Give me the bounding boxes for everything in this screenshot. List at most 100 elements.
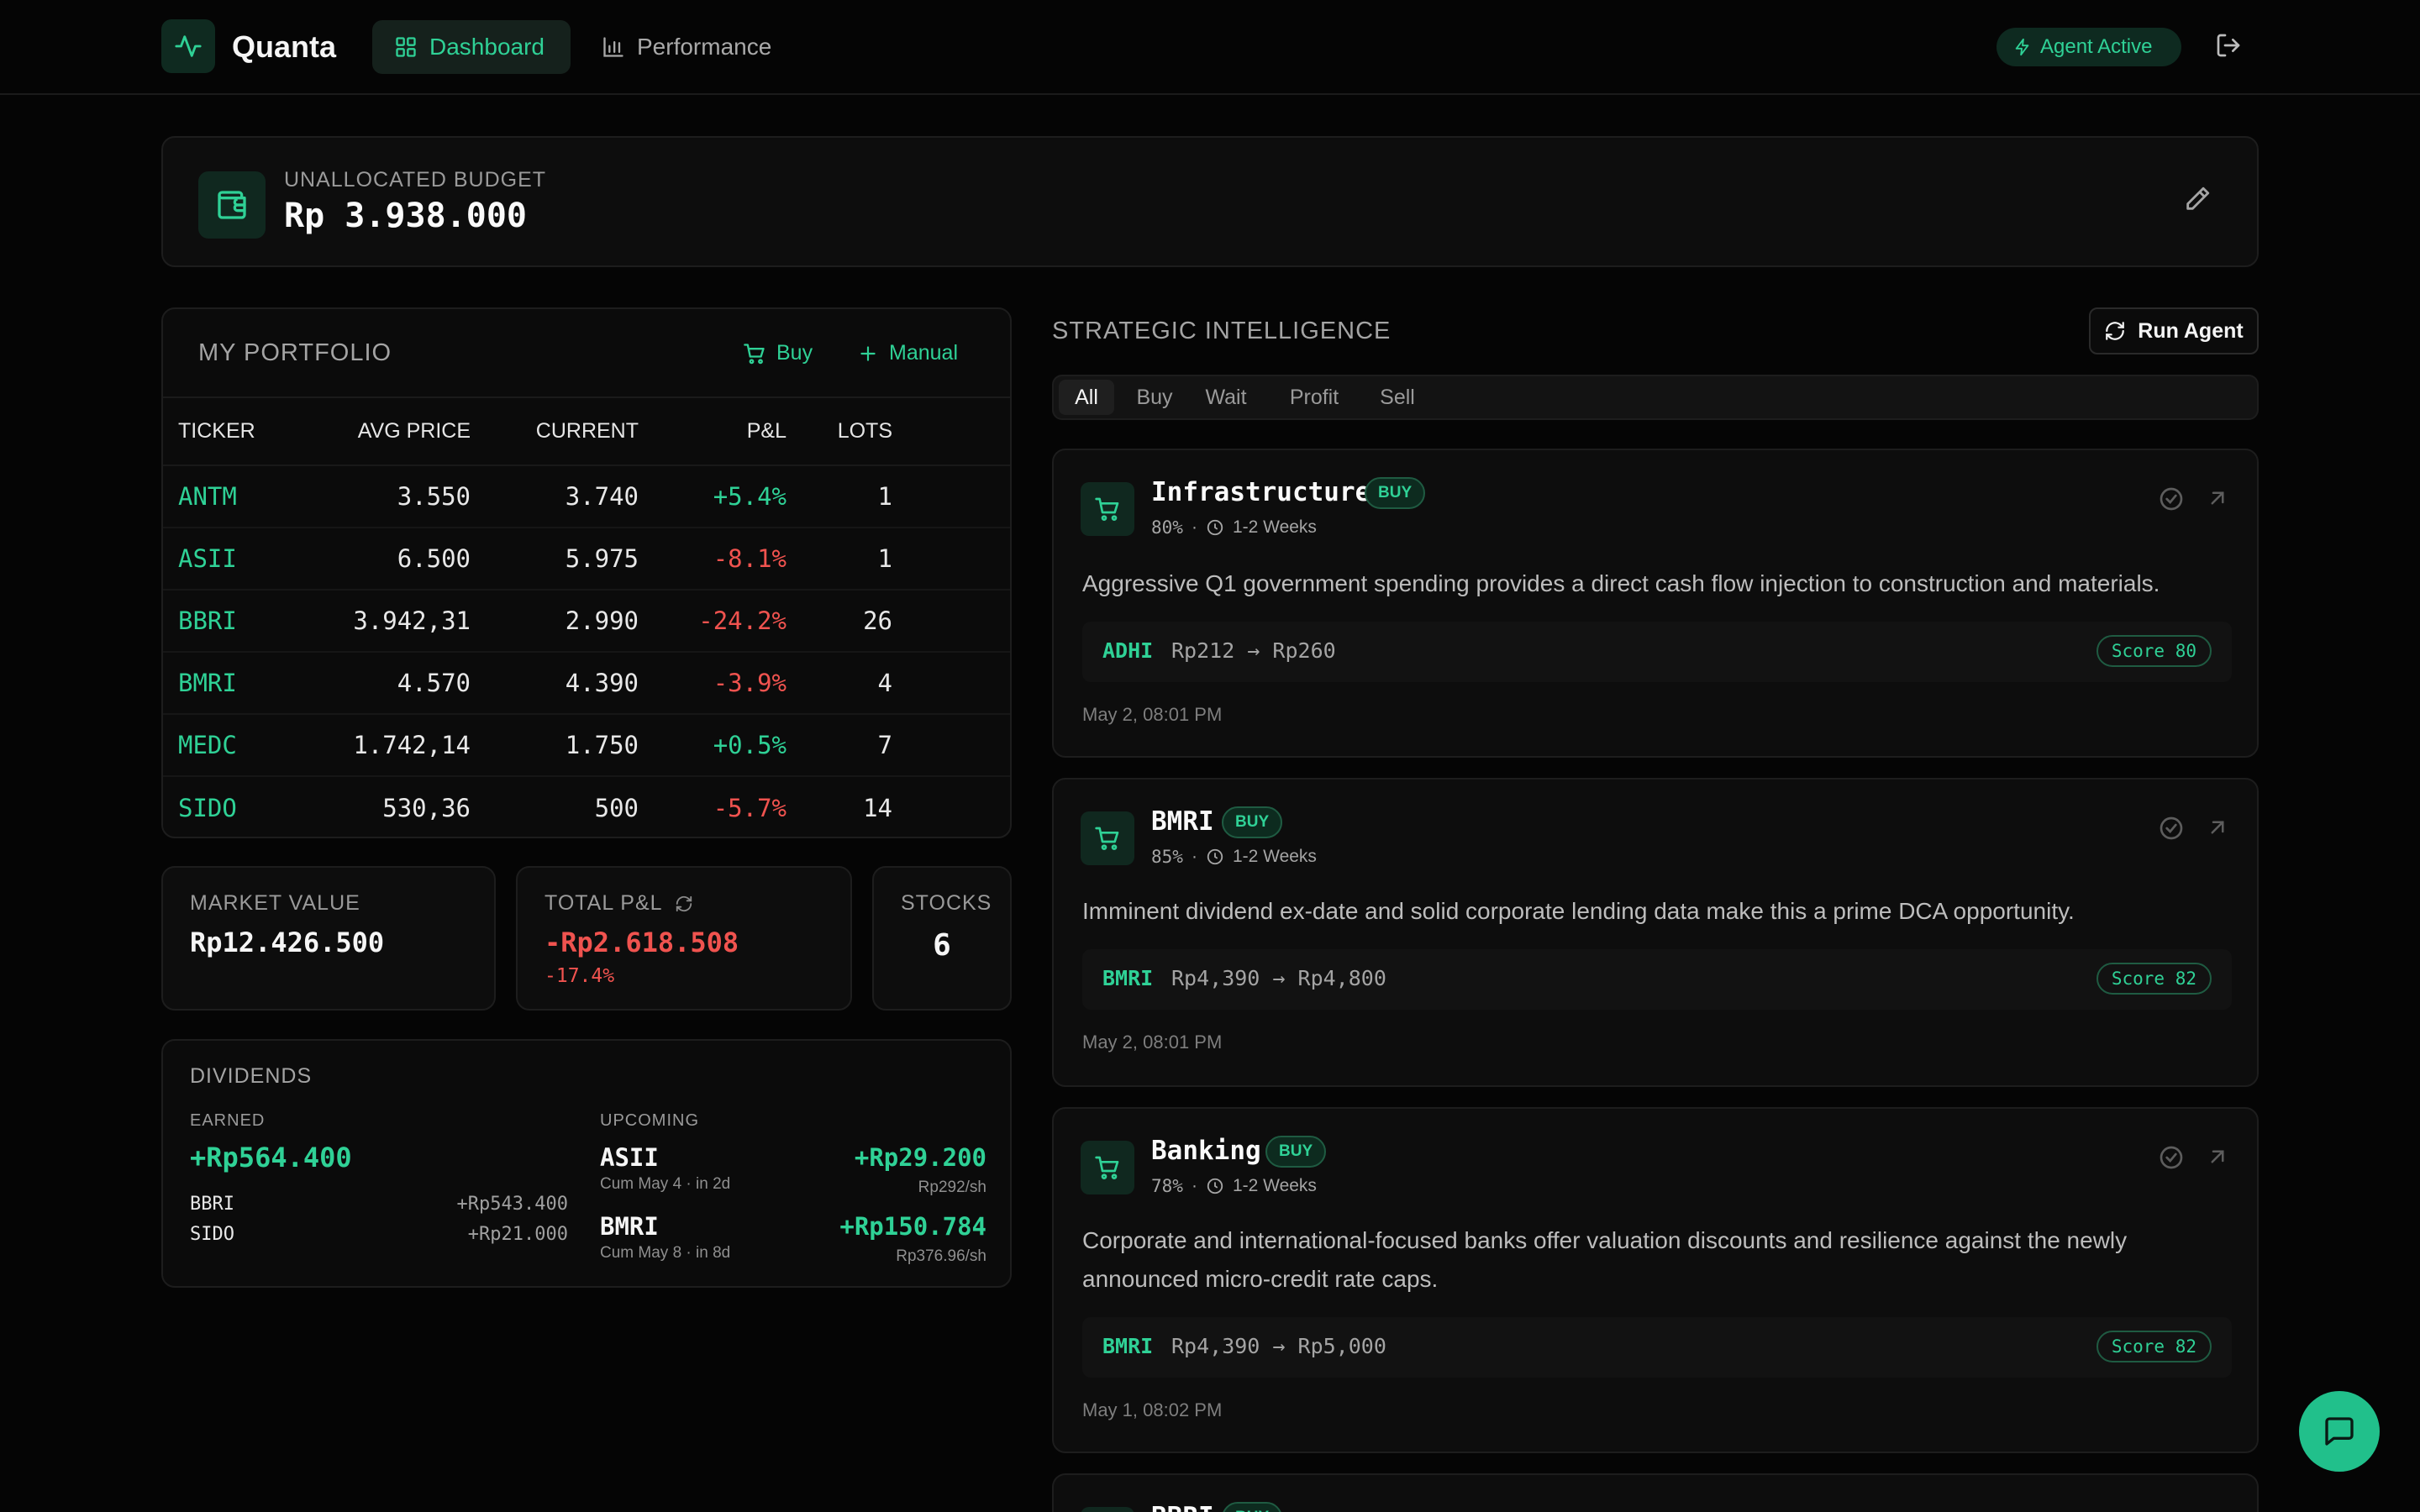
recommendation-card[interactable]: BBRI BUY: [1052, 1473, 2259, 1512]
stocks-count: 6: [933, 928, 951, 963]
recommendation-card[interactable]: BMRI BUY 85% · 1-2 Weeks Imminent divide…: [1052, 778, 2259, 1087]
row-spacer: [892, 528, 1010, 591]
lots-cell: 26: [786, 590, 892, 653]
recommendation-title: Infrastructure: [1151, 477, 1371, 507]
bar-chart-icon: [603, 37, 623, 57]
lightning-icon: [2015, 38, 2029, 56]
clock-icon: [1207, 519, 1223, 536]
total-pl-label-text: TOTAL P&L: [544, 891, 663, 915]
manual-add-button[interactable]: Manual: [857, 341, 958, 365]
action-badge: BUY: [1265, 1136, 1327, 1168]
lots-cell: 14: [863, 793, 892, 822]
stocks-label-text: STOCKS: [901, 891, 992, 915]
column-header-avg-price[interactable]: AVG PRICE: [289, 398, 471, 466]
column-header-pl[interactable]: P&L: [639, 398, 786, 466]
upcoming-amount: +Rp29.200: [854, 1143, 986, 1172]
arrow-up-right-icon[interactable]: [2205, 815, 2230, 840]
target-ticker[interactable]: ADHI: [1102, 638, 1153, 663]
check-circle-icon[interactable]: [2158, 486, 2185, 512]
plus-icon: [860, 345, 876, 361]
column-header-ticker[interactable]: TICKER: [163, 398, 289, 466]
current-price-cell: 1.750: [471, 714, 639, 777]
avg-price-cell: 1.742,14: [289, 714, 471, 777]
confidence: 85%: [1151, 847, 1183, 867]
total-pl-card: TOTAL P&L -Rp2.618.508 -17.4%: [516, 866, 852, 1011]
upcoming-item: BMRI Cum May 8 · in 8d +Rp150.784 Rp376.…: [600, 1212, 986, 1265]
nav-tab-label: Dashboard: [429, 34, 544, 60]
earned-amount: +Rp543.400: [456, 1194, 568, 1215]
filter-tab-wait[interactable]: Wait: [1198, 380, 1254, 415]
agent-status-badge[interactable]: Agent Active: [1996, 28, 2181, 66]
row-spacer: [892, 714, 1010, 777]
lots-cell: 7: [786, 714, 892, 777]
filter-tab-sell[interactable]: Sell: [1373, 380, 1422, 415]
filter-tab-buy[interactable]: Buy: [1128, 380, 1181, 415]
recommendation-date: May 1, 08:02 PM: [1082, 1399, 1223, 1420]
cart-icon-box: [1081, 811, 1134, 865]
run-agent-button[interactable]: Run Agent: [2089, 307, 2259, 354]
market-value-label-text: MARKET VALUE: [190, 891, 360, 915]
column-header-current[interactable]: CURRENT: [471, 398, 639, 466]
check-circle-icon[interactable]: [2158, 815, 2185, 842]
ticker-cell[interactable]: MEDC: [163, 714, 289, 777]
edit-budget-button[interactable]: [2183, 185, 2212, 213]
app-title: Quanta: [232, 29, 337, 64]
check-circle-icon[interactable]: [2158, 1144, 2185, 1171]
chat-button[interactable]: [2299, 1391, 2380, 1472]
total-pl-value: -Rp2.618.508: [544, 927, 739, 958]
logout-button[interactable]: [2215, 32, 2242, 59]
strategic-intelligence-title: STRATEGIC INTELLIGENCE: [1052, 318, 1392, 344]
score-badge: Score 82: [2096, 963, 2212, 995]
arrow-up-right-icon[interactable]: [2205, 486, 2230, 511]
logo[interactable]: [161, 19, 215, 73]
market-value-label: MARKET VALUE: [190, 891, 360, 916]
recommendation-date: May 2, 08:01 PM: [1082, 704, 1223, 725]
current-price-cell: 500: [594, 793, 639, 822]
table-row[interactable]: MEDC 1.742,14 1.750 +0.5% 7: [163, 714, 1010, 777]
ticker-cell[interactable]: BMRI: [163, 652, 289, 715]
arrow-up-right-icon[interactable]: [2205, 1144, 2230, 1169]
refresh-icon[interactable]: [675, 895, 693, 913]
ticker-cell[interactable]: SIDO: [163, 776, 289, 837]
row-spacer: [892, 590, 1010, 653]
dividends-card: DIVIDENDS EARNED +Rp564.400 BBRI +Rp543.…: [161, 1039, 1012, 1288]
recommendation-description: Imminent dividend ex-date and solid corp…: [1082, 898, 2075, 924]
lots-cell: 1: [786, 465, 892, 528]
nav-tab-performance[interactable]: Performance: [580, 20, 793, 74]
ticker-cell[interactable]: ANTM: [163, 465, 289, 528]
wallet-icon: [218, 191, 246, 219]
buy-button[interactable]: Buy: [743, 341, 813, 365]
table-row[interactable]: BMRI 4.570 4.390 -3.9% 4: [163, 652, 1010, 715]
target-ticker[interactable]: BMRI: [1102, 1334, 1153, 1358]
table-row[interactable]: ANTM 3.550 3.740 +5.4% 1: [163, 465, 1010, 528]
activity-pulse-icon: [175, 35, 202, 57]
lots-cell: 4: [786, 652, 892, 715]
action-badge: BUY: [1222, 1502, 1283, 1512]
table-row[interactable]: BBRI 3.942,31 2.990 -24.2% 26: [163, 590, 1010, 653]
column-header-lots[interactable]: LOTS: [786, 398, 892, 466]
ticker-cell[interactable]: ASII: [163, 528, 289, 591]
nav-tab-dashboard[interactable]: Dashboard: [372, 20, 571, 74]
filter-tab-profit[interactable]: Profit: [1284, 380, 1344, 415]
upcoming-label: UPCOMING: [600, 1111, 699, 1130]
portfolio-title: MY PORTFOLIO: [198, 339, 392, 366]
ticker-cell[interactable]: BBRI: [163, 590, 289, 653]
recommendation-card[interactable]: Infrastructure BUY 80% · 1-2 Weeks Aggre…: [1052, 449, 2259, 758]
column-header-spacer: [892, 398, 1010, 466]
pl-cell: -24.2%: [639, 590, 786, 653]
table-row[interactable]: ASII 6.500 5.975 -8.1% 1: [163, 528, 1010, 591]
dividends-title: DIVIDENDS: [190, 1064, 313, 1088]
recommendation-actions: [2158, 1144, 2230, 1171]
clock-icon: [1207, 848, 1223, 865]
recommendation-card[interactable]: Banking BUY 78% · 1-2 Weeks Corporate an…: [1052, 1107, 2259, 1453]
table-header-row: TICKER AVG PRICE CURRENT P&L LOTS: [163, 398, 1010, 466]
recommendation-filter-bar: All Buy Wait Profit Sell: [1052, 375, 2259, 420]
target-ticker[interactable]: BMRI: [1102, 966, 1153, 990]
filter-tab-all[interactable]: All: [1059, 380, 1114, 415]
top-navbar: Quanta Dashboard Performance Agent Activ…: [0, 0, 2420, 95]
refresh-icon: [2106, 322, 2125, 340]
row-spacer: [892, 776, 1010, 837]
table-row[interactable]: SIDO 530,36 500 -5.7% 14: [163, 776, 1010, 837]
market-value: Rp12.426.500: [190, 927, 385, 958]
total-pl-percent: -17.4%: [544, 965, 615, 987]
